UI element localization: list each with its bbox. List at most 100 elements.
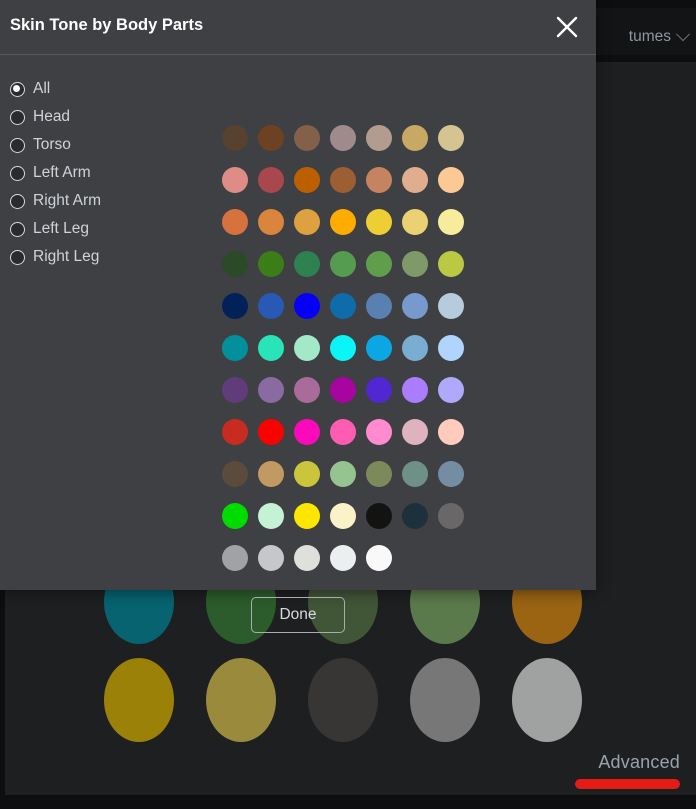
- color-swatch[interactable]: [330, 419, 356, 445]
- color-swatch[interactable]: [366, 461, 392, 487]
- color-swatch[interactable]: [258, 545, 284, 571]
- color-swatch[interactable]: [258, 503, 284, 529]
- dialog-body: All Head Torso Left Arm Right Arm Left Leg Rig…: [0, 55, 596, 633]
- color-swatch[interactable]: [294, 251, 320, 277]
- background-circle-row: [104, 658, 582, 742]
- color-swatch[interactable]: [402, 461, 428, 487]
- color-swatch[interactable]: [222, 167, 248, 193]
- done-button[interactable]: Done: [251, 597, 345, 633]
- body-part-option-right-arm[interactable]: Right Arm: [10, 187, 200, 215]
- background-circle[interactable]: [512, 658, 582, 742]
- body-part-option-all[interactable]: All: [10, 75, 200, 103]
- body-part-option-right-leg[interactable]: Right Leg: [10, 243, 200, 271]
- color-swatch[interactable]: [222, 503, 248, 529]
- color-swatch[interactable]: [402, 335, 428, 361]
- color-swatch[interactable]: [222, 209, 248, 235]
- color-swatch[interactable]: [438, 167, 464, 193]
- color-swatch[interactable]: [222, 545, 248, 571]
- radio-icon: [10, 109, 25, 125]
- color-swatch[interactable]: [330, 335, 356, 361]
- color-swatch[interactable]: [258, 251, 284, 277]
- color-swatch[interactable]: [294, 167, 320, 193]
- color-swatch[interactable]: [366, 209, 392, 235]
- color-swatch[interactable]: [366, 125, 392, 151]
- color-swatch[interactable]: [222, 419, 248, 445]
- costumes-dropdown[interactable]: tumes: [629, 27, 691, 46]
- color-swatch[interactable]: [402, 419, 428, 445]
- body-part-option-left-leg[interactable]: Left Leg: [10, 215, 200, 243]
- color-swatch[interactable]: [402, 293, 428, 319]
- color-swatch[interactable]: [330, 167, 356, 193]
- color-swatch[interactable]: [366, 377, 392, 403]
- color-swatch[interactable]: [366, 503, 392, 529]
- color-swatch[interactable]: [330, 125, 356, 151]
- radio-icon: [10, 249, 25, 265]
- color-swatch[interactable]: [222, 461, 248, 487]
- color-swatch[interactable]: [402, 251, 428, 277]
- color-swatch[interactable]: [366, 335, 392, 361]
- color-swatch[interactable]: [438, 125, 464, 151]
- background-circle[interactable]: [308, 658, 378, 742]
- color-swatch[interactable]: [330, 251, 356, 277]
- color-swatch[interactable]: [294, 545, 320, 571]
- color-swatch[interactable]: [258, 419, 284, 445]
- color-swatch[interactable]: [294, 419, 320, 445]
- color-swatch[interactable]: [402, 377, 428, 403]
- body-part-option-left-arm[interactable]: Left Arm: [10, 159, 200, 187]
- color-swatch[interactable]: [222, 335, 248, 361]
- color-swatch[interactable]: [294, 293, 320, 319]
- body-part-option-label: Right Leg: [33, 248, 100, 265]
- color-swatch[interactable]: [294, 335, 320, 361]
- color-swatch[interactable]: [294, 461, 320, 487]
- color-swatch[interactable]: [258, 377, 284, 403]
- color-swatch[interactable]: [222, 377, 248, 403]
- color-swatch[interactable]: [330, 503, 356, 529]
- color-swatch[interactable]: [258, 293, 284, 319]
- color-swatch[interactable]: [438, 377, 464, 403]
- background-circle[interactable]: [410, 658, 480, 742]
- color-swatch[interactable]: [258, 167, 284, 193]
- color-swatch[interactable]: [294, 503, 320, 529]
- color-swatch[interactable]: [294, 125, 320, 151]
- color-swatch[interactable]: [258, 209, 284, 235]
- radio-icon: [10, 221, 25, 237]
- color-swatch[interactable]: [222, 251, 248, 277]
- color-swatch[interactable]: [402, 209, 428, 235]
- color-swatch[interactable]: [330, 293, 356, 319]
- color-swatch[interactable]: [366, 545, 392, 571]
- color-swatch[interactable]: [366, 251, 392, 277]
- color-swatch[interactable]: [366, 419, 392, 445]
- body-part-option-torso[interactable]: Torso: [10, 131, 200, 159]
- color-swatch[interactable]: [258, 461, 284, 487]
- color-swatch[interactable]: [438, 503, 464, 529]
- background-circle[interactable]: [206, 658, 276, 742]
- close-icon[interactable]: [550, 10, 584, 44]
- color-swatch[interactable]: [438, 293, 464, 319]
- color-swatch[interactable]: [366, 167, 392, 193]
- color-swatch[interactable]: [258, 125, 284, 151]
- color-swatch[interactable]: [222, 125, 248, 151]
- swatch-row: [222, 335, 474, 377]
- color-swatch[interactable]: [330, 545, 356, 571]
- color-swatch[interactable]: [330, 461, 356, 487]
- color-swatch[interactable]: [222, 293, 248, 319]
- color-swatch[interactable]: [438, 419, 464, 445]
- body-part-option-label: All: [33, 80, 51, 97]
- color-swatch[interactable]: [438, 209, 464, 235]
- background-circle[interactable]: [104, 658, 174, 742]
- color-swatch[interactable]: [402, 125, 428, 151]
- color-swatch[interactable]: [330, 209, 356, 235]
- color-swatch[interactable]: [366, 293, 392, 319]
- color-swatch[interactable]: [402, 503, 428, 529]
- color-swatch[interactable]: [438, 461, 464, 487]
- advanced-accent-bar: [575, 779, 680, 789]
- color-swatch[interactable]: [402, 167, 428, 193]
- color-swatch[interactable]: [438, 251, 464, 277]
- color-swatch[interactable]: [294, 209, 320, 235]
- color-swatch[interactable]: [258, 335, 284, 361]
- body-part-option-head[interactable]: Head: [10, 103, 200, 131]
- color-swatch[interactable]: [438, 335, 464, 361]
- color-swatch[interactable]: [294, 377, 320, 403]
- advanced-label: Advanced: [598, 752, 680, 772]
- color-swatch[interactable]: [330, 377, 356, 403]
